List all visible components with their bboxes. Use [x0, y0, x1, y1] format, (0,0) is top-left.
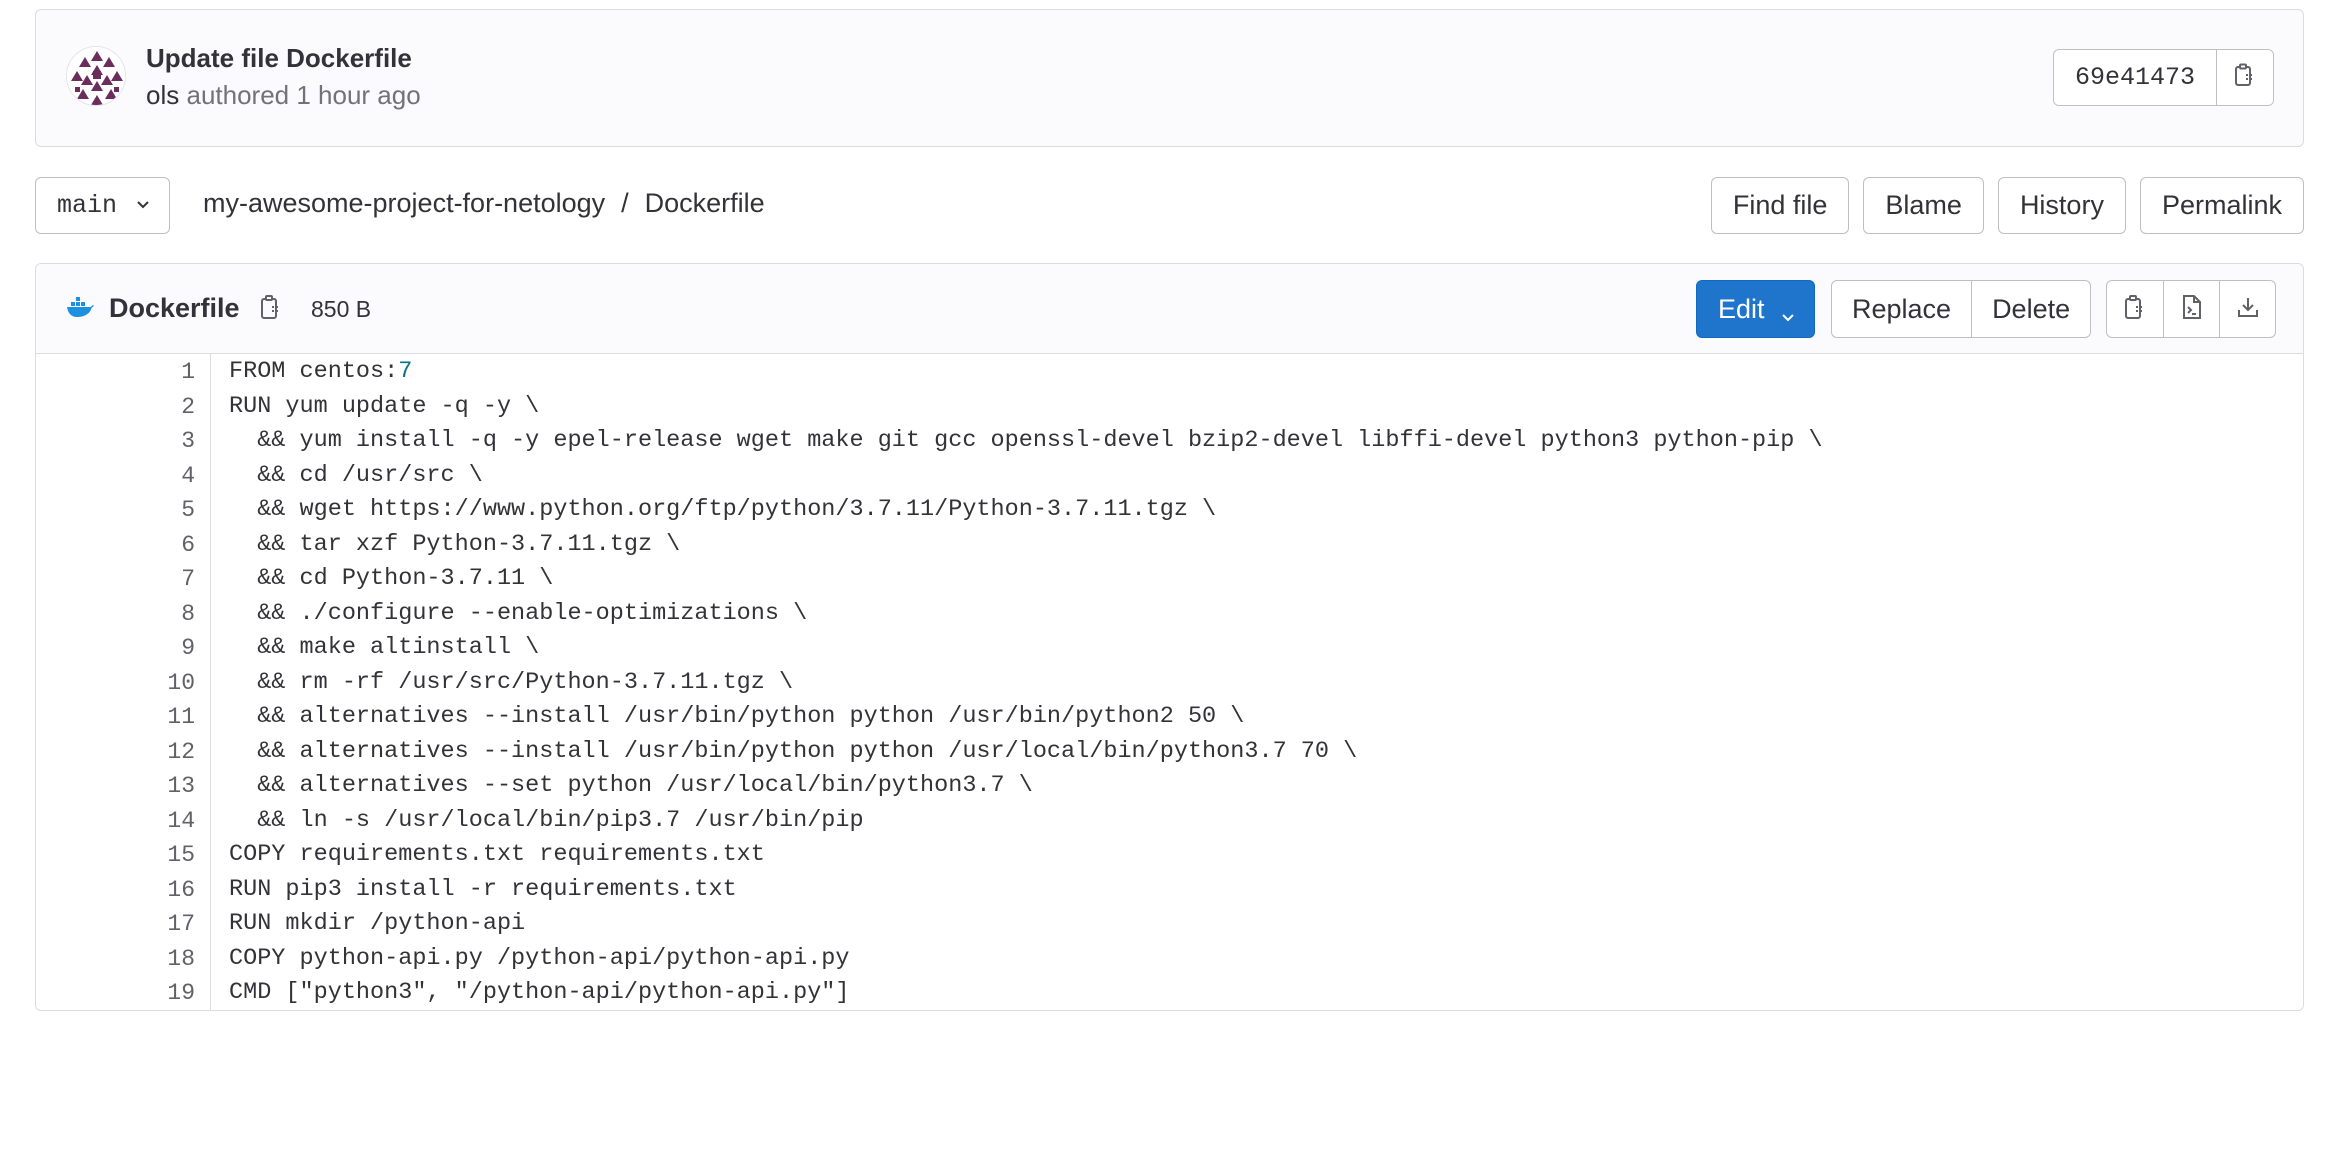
replace-button[interactable]: Replace	[1832, 281, 1971, 337]
file-actions: Find file Blame History Permalink	[1710, 177, 2304, 234]
commit-sha[interactable]: 69e41473	[2053, 50, 2217, 105]
blame-button[interactable]: Blame	[1863, 177, 1984, 234]
line-number-gutter: 1 2 3 4 5 6 7 8 9 10 11 12 13 14 15 16 1…	[36, 354, 211, 1010]
code-line: RUN pip3 install -r requirements.txt	[229, 875, 737, 903]
line-number[interactable]: 18	[36, 942, 210, 977]
line-number[interactable]: 15	[36, 838, 210, 873]
code-line: RUN mkdir /python-api	[229, 910, 526, 937]
line-number[interactable]: 19	[36, 976, 210, 1010]
line-number[interactable]: 17	[36, 907, 210, 942]
commit-sha-group: 69e41473	[2052, 49, 2274, 106]
code-token: FROM centos:	[229, 358, 399, 385]
code-line: && make altinstall \	[229, 634, 540, 661]
code-line: && wget https://www.python.org/ftp/pytho…	[229, 496, 1217, 523]
delete-button[interactable]: Delete	[1971, 281, 2090, 337]
code-line: && tar xzf Python-3.7.11.tgz \	[229, 530, 681, 558]
file-header: Dockerfile 850 B Edit Replace Delete	[36, 264, 2303, 354]
commit-time: authored 1 hour ago	[186, 80, 421, 110]
replace-delete-group: Replace Delete	[1831, 280, 2092, 338]
clipboard-icon	[260, 295, 282, 324]
raw-file-icon	[2181, 294, 2203, 325]
docker-icon	[66, 296, 94, 323]
line-number[interactable]: 7	[36, 562, 210, 597]
edit-label: Edit	[1718, 293, 1765, 324]
breadcrumb-file[interactable]: Dockerfile	[645, 188, 765, 219]
line-number[interactable]: 11	[36, 700, 210, 735]
permalink-button[interactable]: Permalink	[2139, 177, 2304, 234]
avatar[interactable]	[66, 46, 126, 106]
code-line: && ./configure --enable-optimizations \	[229, 599, 808, 627]
edit-dropdown-button[interactable]: Edit	[1696, 280, 1815, 338]
clipboard-icon	[2234, 63, 2256, 92]
code-line: && cd /usr/src \	[229, 461, 483, 489]
line-number[interactable]: 1	[36, 355, 210, 390]
line-number[interactable]: 9	[36, 631, 210, 666]
code-line: && alternatives --install /usr/bin/pytho…	[229, 703, 1245, 730]
code-line: COPY requirements.txt requirements.txt	[229, 841, 765, 868]
chevron-down-icon	[135, 196, 151, 217]
copy-sha-button[interactable]	[2217, 50, 2273, 105]
line-number[interactable]: 10	[36, 666, 210, 701]
last-commit-bar: Update file Dockerfile ols authored 1 ho…	[35, 9, 2304, 147]
file-size: 850 B	[311, 296, 372, 322]
branch-dropdown[interactable]: main	[35, 177, 170, 234]
history-button[interactable]: History	[1997, 177, 2126, 234]
code-number-token: 7	[398, 358, 413, 385]
code-line: && rm -rf /usr/src/Python-3.7.11.tgz \	[229, 668, 794, 696]
code-content: FROM centos:7 RUN yum update -q -y \ && …	[229, 354, 1823, 1010]
line-number[interactable]: 4	[36, 459, 210, 494]
copy-path-button[interactable]	[260, 294, 282, 325]
line-number[interactable]: 6	[36, 528, 210, 563]
find-file-button[interactable]: Find file	[1710, 177, 1850, 234]
file-viewer: Dockerfile 850 B Edit Replace Delete 1 2…	[35, 263, 2304, 1011]
commit-author[interactable]: ols	[146, 80, 179, 110]
copy-contents-button[interactable]	[2107, 281, 2163, 337]
clipboard-icon	[2124, 294, 2146, 325]
code-line: FROM centos:7	[229, 355, 1823, 390]
file-name: Dockerfile	[109, 293, 240, 323]
line-number[interactable]: 16	[36, 873, 210, 908]
download-button[interactable]	[2219, 281, 2275, 337]
breadcrumb-project[interactable]: my-awesome-project-for-netology	[203, 188, 605, 219]
line-number[interactable]: 12	[36, 735, 210, 770]
breadcrumb: my-awesome-project-for-netology / Docker…	[203, 188, 765, 219]
commit-title[interactable]: Update file Dockerfile	[146, 43, 412, 74]
breadcrumb-separator: /	[621, 188, 629, 218]
file-icon-actions	[2106, 280, 2276, 338]
code-line: && alternatives --set python /usr/local/…	[229, 772, 1033, 799]
commit-meta: ols authored 1 hour ago	[146, 80, 421, 111]
line-number[interactable]: 13	[36, 769, 210, 804]
line-number[interactable]: 14	[36, 804, 210, 839]
code-line: COPY python-api.py /python-api/python-ap…	[229, 944, 850, 972]
line-number[interactable]: 8	[36, 597, 210, 632]
code-line: && ln -s /usr/local/bin/pip3.7 /usr/bin/…	[229, 806, 864, 834]
code-line: && alternatives --install /usr/bin/pytho…	[229, 737, 1358, 765]
line-number[interactable]: 2	[36, 390, 210, 425]
branch-label: main	[57, 191, 118, 220]
chevron-down-icon	[1780, 301, 1796, 332]
code-line: RUN yum update -q -y \	[229, 392, 540, 420]
download-icon	[2236, 295, 2260, 324]
line-number[interactable]: 5	[36, 493, 210, 528]
open-raw-button[interactable]	[2163, 281, 2219, 337]
line-number[interactable]: 3	[36, 424, 210, 459]
code-line: && yum install -q -y epel-release wget m…	[229, 427, 1823, 454]
code-line: && cd Python-3.7.11 \	[229, 565, 554, 592]
code-line: CMD ["python3", "/python-api/python-api.…	[229, 979, 850, 1006]
